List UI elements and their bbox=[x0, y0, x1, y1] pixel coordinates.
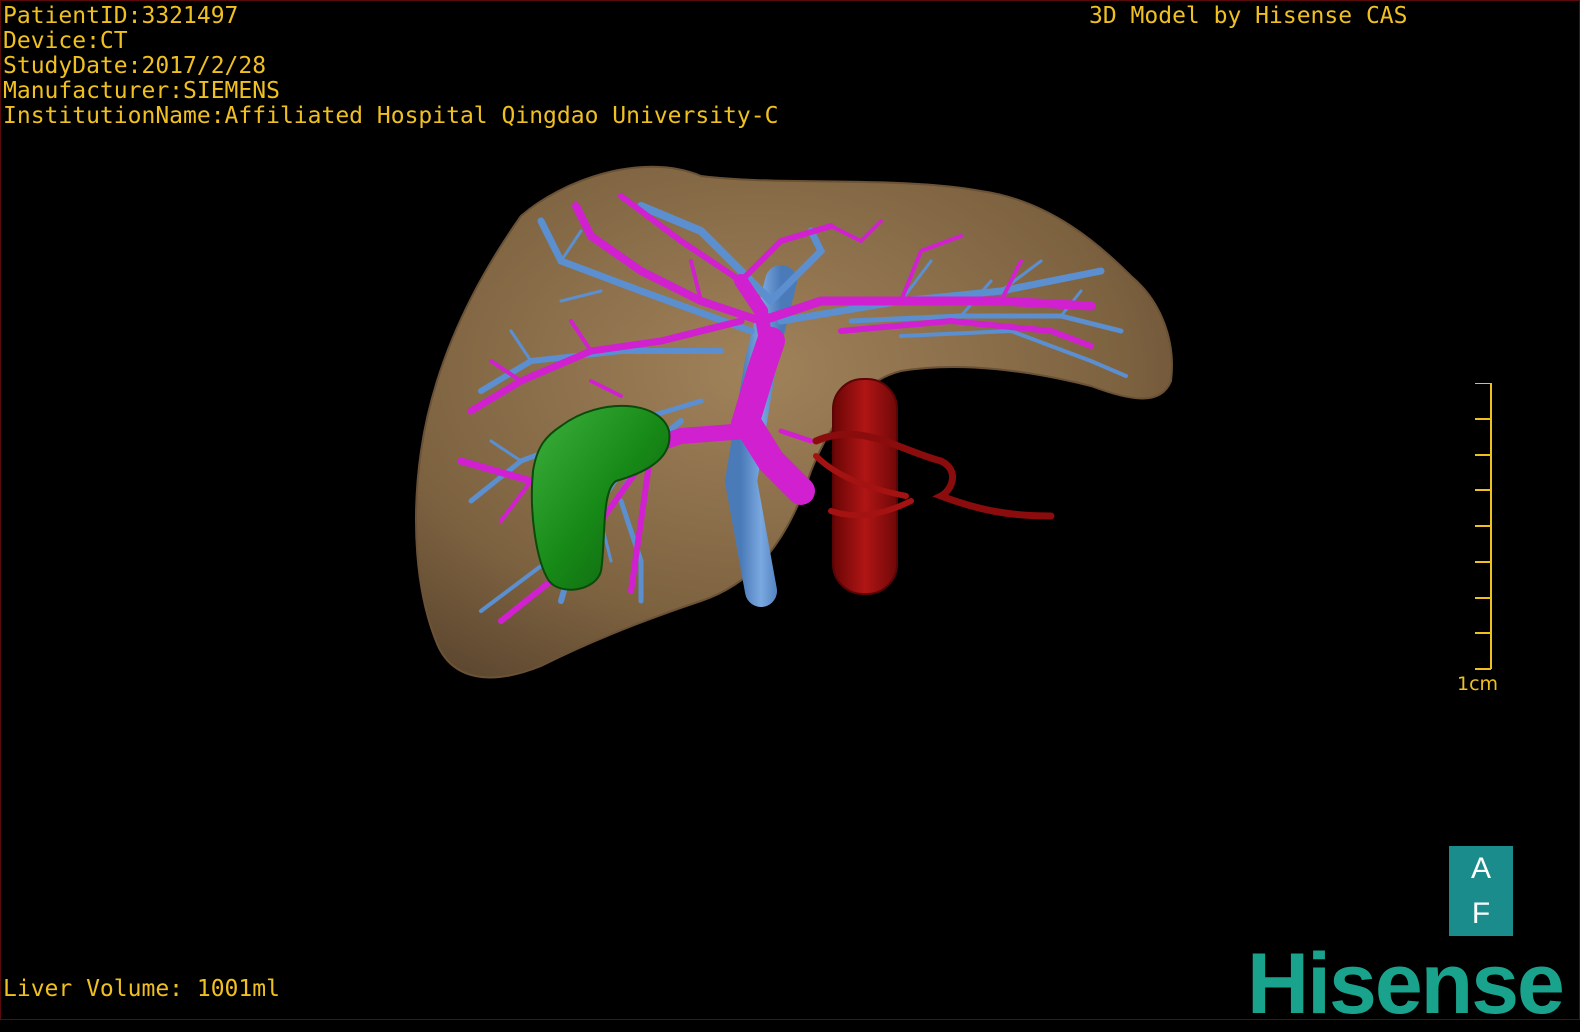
scale-label: 1cm bbox=[1457, 673, 1499, 695]
orientation-top-letter: A bbox=[1470, 852, 1491, 885]
aorta-artery[interactable] bbox=[812, 378, 1055, 595]
orientation-cube[interactable]: A F bbox=[1449, 846, 1513, 936]
liver-3d-model[interactable] bbox=[1, 1, 1580, 1021]
study-date: StudyDate:2017/2/28 bbox=[3, 53, 267, 79]
model-credit: 3D Model by Hisense CAS bbox=[1089, 3, 1408, 29]
patient-info-overlay: PatientID:3321497 Device:CT StudyDate:20… bbox=[3, 4, 778, 129]
orientation-bottom-letter: F bbox=[1471, 897, 1491, 930]
institution-name: InstitutionName:Affiliated Hospital Qing… bbox=[3, 103, 779, 129]
liver-volume: Liver Volume: 1001ml bbox=[3, 976, 280, 1002]
device: Device:CT bbox=[3, 28, 128, 54]
manufacturer: Manufacturer:SIEMENS bbox=[3, 78, 280, 104]
scale-bar bbox=[1475, 383, 1492, 670]
patient-id: PatientID:3321497 bbox=[3, 3, 239, 29]
3d-viewport[interactable]: PatientID:3321497 Device:CT StudyDate:20… bbox=[0, 0, 1580, 1027]
hisense-logo: Hisense bbox=[1247, 936, 1565, 1032]
